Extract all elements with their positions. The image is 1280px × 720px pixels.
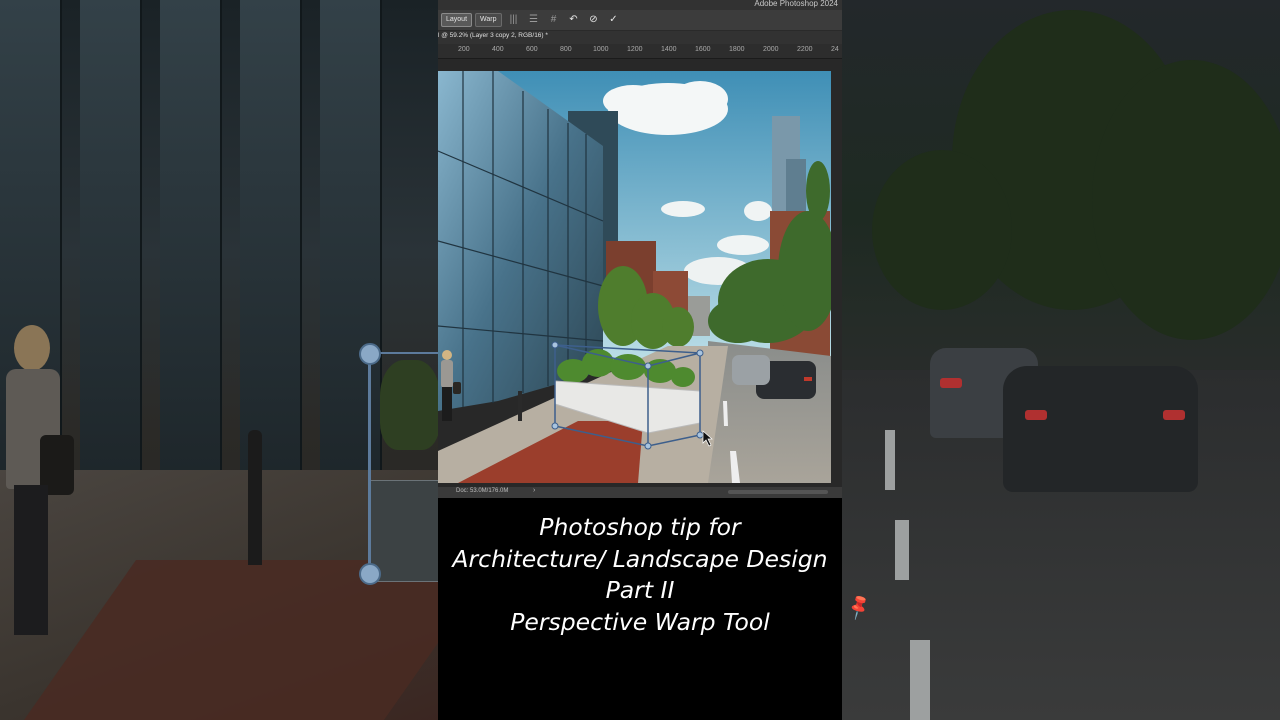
ruler-tick: 24 [831, 46, 839, 53]
warp-grid-edge [368, 352, 371, 574]
warp-handle[interactable] [359, 343, 381, 365]
ruler-tick: 800 [560, 46, 572, 53]
horizontal-ruler: 200 400 600 800 1000 1200 1400 1600 1800… [438, 44, 842, 59]
reset-icon[interactable]: ↶ [566, 10, 582, 30]
ruler-tick: 2200 [797, 46, 813, 53]
ruler-tick: 200 [458, 46, 470, 53]
canvas-image[interactable] [438, 71, 831, 483]
doc-size-readout: Doc: 53.0M/176.0M [456, 488, 509, 494]
street-tree [1092, 60, 1280, 340]
ruler-tick: 400 [492, 46, 504, 53]
ruler-tick: 2000 [763, 46, 779, 53]
street-tree [872, 150, 1012, 310]
auto-straighten-vertical-icon[interactable]: ||| [506, 10, 522, 30]
car-light [732, 355, 770, 385]
horizontal-scrollbar[interactable] [728, 490, 828, 494]
center-panel: Adobe Photoshop 2024 Layout Warp ||| ☰ #… [438, 0, 842, 720]
options-bar: Layout Warp ||| ☰ # ↶ ⊘ ✓ [438, 10, 842, 31]
status-menu-arrow-icon[interactable]: › [533, 487, 535, 494]
cloud [717, 235, 769, 255]
ruler-tick: 1200 [627, 46, 643, 53]
car [1003, 366, 1198, 492]
ruler-tick: 1800 [729, 46, 745, 53]
cloud [744, 201, 772, 221]
auto-straighten-both-icon[interactable]: # [546, 10, 562, 30]
cloud [661, 201, 705, 217]
warp-handle[interactable] [359, 563, 381, 585]
commit-checkmark-icon[interactable]: ✓ [606, 10, 622, 30]
photoshop-title-bar: Adobe Photoshop 2024 [438, 0, 842, 10]
auto-straighten-horizontal-icon[interactable]: ☰ [526, 10, 542, 30]
lane-marking [895, 520, 909, 580]
bollard [518, 391, 522, 421]
cancel-icon[interactable]: ⊘ [586, 10, 602, 30]
caption-line: Perspective Warp Tool [510, 607, 770, 636]
layout-mode-button[interactable]: Layout [441, 13, 473, 27]
canvas-area[interactable] [438, 59, 842, 487]
app-name: Adobe Photoshop 2024 [754, 0, 838, 8]
video-caption: Photoshop tip for Architecture/ Landscap… [438, 512, 842, 638]
pedestrian-figure [0, 325, 80, 655]
warp-mode-button[interactable]: Warp [475, 13, 502, 27]
caption-line: Photoshop tip for [539, 513, 741, 541]
document-tab[interactable]: l @ 59.2% (Layer 3 copy 2, RGB/16) * [438, 32, 548, 39]
caption-line: Part II [605, 576, 675, 604]
lane-marking [885, 430, 895, 490]
glass-facade-panel [80, 0, 142, 520]
glass-facade-panel [320, 0, 382, 520]
ruler-tick: 1000 [593, 46, 609, 53]
lane-marking [910, 640, 930, 720]
ruler-tick: 600 [526, 46, 538, 53]
document-tab-bar: l @ 59.2% (Layer 3 copy 2, RGB/16) * [438, 31, 842, 44]
glass-facade-panel [160, 0, 222, 520]
caption-line: Architecture/ Landscape Design [452, 544, 828, 573]
ruler-tick: 1400 [661, 46, 677, 53]
planter-tree [380, 360, 438, 450]
ruler-tick: 1600 [695, 46, 711, 53]
left-background-blur [0, 0, 438, 720]
bollard [248, 430, 262, 565]
planter-box [370, 480, 438, 582]
